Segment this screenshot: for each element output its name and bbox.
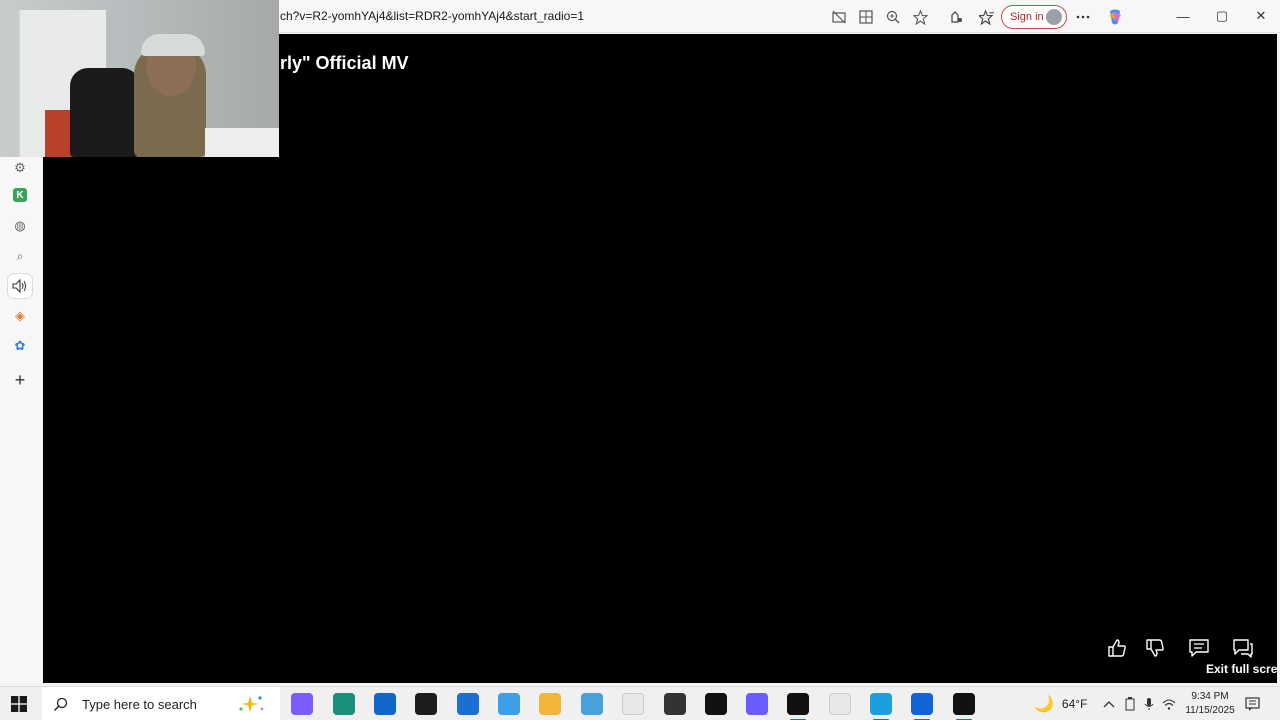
feedback-app-icon[interactable] [498,693,520,715]
address-bar[interactable]: ch?v=R2-yomhYAj4&list=RDR2-yomhYAj4&star… [280,9,584,23]
search-icon [52,696,68,712]
zoom-icon[interactable] [883,7,903,27]
globe-icon[interactable]: ◍ [10,216,30,236]
messenger-app-icon[interactable] [746,693,768,715]
terminal-app-icon[interactable] [415,693,437,715]
store-app-icon[interactable] [374,693,396,715]
blank-doc-app-2-icon[interactable] [829,693,851,715]
sparkle-icon [236,694,266,714]
recorder-app-icon[interactable] [953,693,975,720]
drop-icon[interactable]: ◈ [10,306,30,326]
close-button[interactable]: ✕ [1246,6,1276,26]
wifi-icon[interactable] [1162,687,1176,720]
add-icon[interactable]: + [10,370,30,390]
app-k-icon[interactable]: K [13,188,27,202]
more-icon[interactable] [1073,7,1093,27]
app-install-icon[interactable] [856,7,876,27]
minimize-button[interactable]: — [1168,6,1198,26]
circle-app-icon[interactable] [664,693,686,715]
blank-doc-app-icon[interactable] [622,693,644,715]
copilot-app-icon[interactable] [291,693,313,715]
clock-time: 9:34 PM [1191,691,1229,702]
file-explorer-app-icon[interactable] [539,693,561,715]
speaker-icon[interactable] [8,274,32,298]
microphone-icon[interactable] [1144,687,1154,720]
battery-icon[interactable] [1124,687,1136,720]
taskbar-search-box[interactable]: Type here to search [42,687,280,720]
extensions-icon[interactable] [946,7,966,27]
edge-app-icon[interactable] [870,693,892,720]
notepad-blue-app-icon[interactable] [581,693,603,715]
sign-in-label: Sign in [1010,11,1044,23]
windows-start-icon[interactable] [11,696,27,712]
screen: ch?v=R2-yomhYAj4&list=RDR2-yomhYAj4&star… [0,0,1280,720]
dislike-icon[interactable] [1143,636,1167,660]
search-icon[interactable]: ⌕ [10,246,30,266]
favorite-star-icon[interactable] [910,7,930,27]
comments-icon[interactable] [1187,636,1211,660]
copilot-icon[interactable] [1105,7,1125,27]
weather-widget[interactable]: 🌙 64°F [1034,687,1087,720]
avatar [1046,9,1062,25]
sign-in-button[interactable]: Sign in [1001,5,1067,29]
tiktok-app-icon[interactable] [705,693,727,715]
system-clock[interactable]: 9:34 PM 11/15/2025 [1180,690,1240,718]
exit-fullscreen-label: Exit full scree [1206,662,1278,676]
webcam-overlay [0,0,279,157]
show-hidden-icons-button[interactable] [1103,687,1115,720]
like-icon[interactable] [1105,636,1129,660]
maximize-button[interactable]: ▢ [1207,6,1237,26]
capcut-app-icon[interactable] [787,693,809,720]
edge-dev-app-icon[interactable] [333,693,355,715]
favorites-icon[interactable] [976,7,996,27]
butterfly-icon[interactable]: ✿ [10,336,30,356]
clock-date: 11/15/2025 [1185,705,1235,716]
live-chat-icon[interactable] [1231,636,1255,660]
video-title: rly" Official MV [280,53,409,73]
health-app-icon[interactable] [457,693,479,715]
notifications-icon[interactable] [1245,687,1260,720]
settings-gear-icon[interactable]: ⚙ [10,158,30,178]
moon-icon: 🌙 [1034,696,1054,713]
browser-sidebar: ⚙ K ◍ ⌕ ◈ ✿ + [0,156,42,683]
weather-temp: 64°F [1061,697,1088,711]
camera-off-icon[interactable] [829,7,849,27]
taskbar: Type here to search 🌙 64°F 9:34 PM 11/15… [0,686,1280,720]
roblox-studio-app-icon[interactable] [911,693,933,720]
search-placeholder: Type here to search [82,696,197,712]
